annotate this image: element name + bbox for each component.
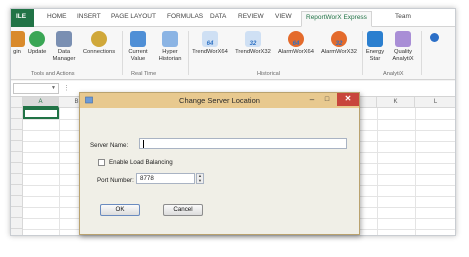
name-box[interactable]: ▼ — [13, 83, 59, 94]
row-header[interactable] — [11, 141, 23, 152]
row-header[interactable] — [11, 174, 23, 185]
ribbon: gin Update Data Manager Connections Tool… — [11, 27, 455, 80]
trend-64-icon: 64 — [202, 31, 218, 47]
tab-reportworx-express[interactable]: ReportWorX Express — [301, 11, 372, 27]
group-separator — [122, 31, 123, 75]
quality-analytix-button[interactable]: Quality AnalytiX — [388, 31, 418, 63]
row-header[interactable] — [11, 218, 23, 229]
data-manager-button[interactable]: Data Manager — [51, 31, 77, 63]
row-header[interactable] — [11, 207, 23, 218]
ribbon-tab-bar: ILE HOME INSERT PAGE LAYOUT FORMULAS DAT… — [11, 9, 455, 27]
alarmworx32-button[interactable]: 32 AlarmWorX32 — [319, 31, 359, 56]
login-button[interactable]: gin — [11, 31, 25, 56]
ok-button[interactable]: OK — [100, 204, 140, 216]
row-header[interactable] — [11, 196, 23, 207]
active-cell[interactable] — [23, 108, 59, 119]
chevron-down-icon: ▼ — [51, 85, 56, 91]
load-balancing-label: Enable Load Balancing — [109, 159, 173, 166]
hyper-historian-button[interactable]: Hyper Historian — [154, 31, 186, 63]
grid-line — [59, 108, 60, 235]
grid-line — [415, 108, 416, 235]
help-icon[interactable] — [430, 33, 439, 42]
data-manager-icon — [56, 31, 72, 47]
tab-page-layout[interactable]: PAGE LAYOUT — [111, 13, 156, 20]
current-value-icon — [130, 31, 146, 47]
quality-icon — [395, 31, 411, 47]
column-header-a[interactable]: A — [23, 97, 59, 108]
connections-icon — [91, 31, 107, 47]
port-spinner[interactable]: ▲ ▼ — [196, 173, 204, 184]
server-name-input[interactable] — [139, 138, 347, 149]
alarmworx64-button[interactable]: 64 AlarmWorX64 — [276, 31, 316, 56]
tab-file[interactable]: ILE — [11, 9, 34, 27]
column-header-l[interactable]: L — [415, 97, 455, 108]
close-button[interactable]: ✕ — [337, 93, 359, 106]
connections-button[interactable]: Connections — [79, 31, 119, 56]
formula-bar-separator: ⋮ — [63, 85, 70, 92]
group-label-tools: Tools and Actions — [31, 71, 75, 77]
energy-star-icon — [367, 31, 383, 47]
row-header[interactable] — [11, 152, 23, 163]
current-value-button[interactable]: Current Value — [125, 31, 151, 63]
text-caret — [143, 140, 144, 148]
tab-home[interactable]: HOME — [47, 13, 67, 20]
trendworx32-button[interactable]: 32 TrendWorX32 — [233, 31, 273, 56]
dialog-title: Change Server Location — [179, 96, 260, 105]
group-label-analytix: AnalytiX — [383, 71, 404, 77]
dialog-title-bar[interactable]: Change Server Location – □ ✕ — [80, 93, 359, 108]
port-number-input[interactable]: 8778 — [136, 173, 195, 184]
select-all-corner[interactable] — [11, 97, 23, 108]
tab-review[interactable]: REVIEW — [238, 13, 264, 20]
maximize-button[interactable]: □ — [322, 94, 332, 106]
tab-view[interactable]: VIEW — [275, 13, 292, 20]
update-button[interactable]: Update — [26, 31, 48, 56]
tab-team[interactable]: Team — [395, 13, 411, 20]
group-separator — [362, 31, 363, 75]
group-label-historical: Historical — [257, 71, 281, 77]
alarm-64-icon: 64 — [288, 31, 304, 47]
hyper-historian-icon — [162, 31, 178, 47]
row-header[interactable] — [11, 108, 23, 119]
server-name-label: Server Name: — [90, 142, 129, 149]
column-header-k[interactable]: K — [377, 97, 415, 108]
group-separator — [188, 31, 189, 75]
row-header[interactable] — [11, 185, 23, 196]
alarm-32-icon: 32 — [331, 31, 347, 47]
login-icon — [11, 31, 25, 47]
port-number-label: Port Number: — [97, 177, 134, 184]
tab-formulas[interactable]: FORMULAS — [167, 13, 203, 20]
group-separator — [421, 31, 422, 75]
tab-data[interactable]: DATA — [210, 13, 226, 20]
tab-insert[interactable]: INSERT — [77, 13, 101, 20]
cancel-button[interactable]: Cancel — [163, 204, 203, 216]
load-balancing-checkbox[interactable] — [98, 159, 105, 166]
trendworx64-button[interactable]: 64 TrendWorX64 — [190, 31, 230, 56]
refresh-icon — [29, 31, 45, 47]
energy-star-button[interactable]: Energy Star — [364, 31, 386, 63]
minimize-button[interactable]: – — [307, 94, 317, 106]
grid-line — [377, 108, 378, 235]
group-label-realtime: Real Time — [131, 71, 157, 77]
row-header[interactable] — [11, 130, 23, 141]
row-header[interactable] — [11, 119, 23, 130]
change-server-location-dialog: Change Server Location – □ ✕ Server Name… — [79, 92, 360, 235]
row-header[interactable] — [11, 229, 23, 235]
trend-32-icon: 32 — [245, 31, 261, 47]
row-header[interactable] — [11, 163, 23, 174]
